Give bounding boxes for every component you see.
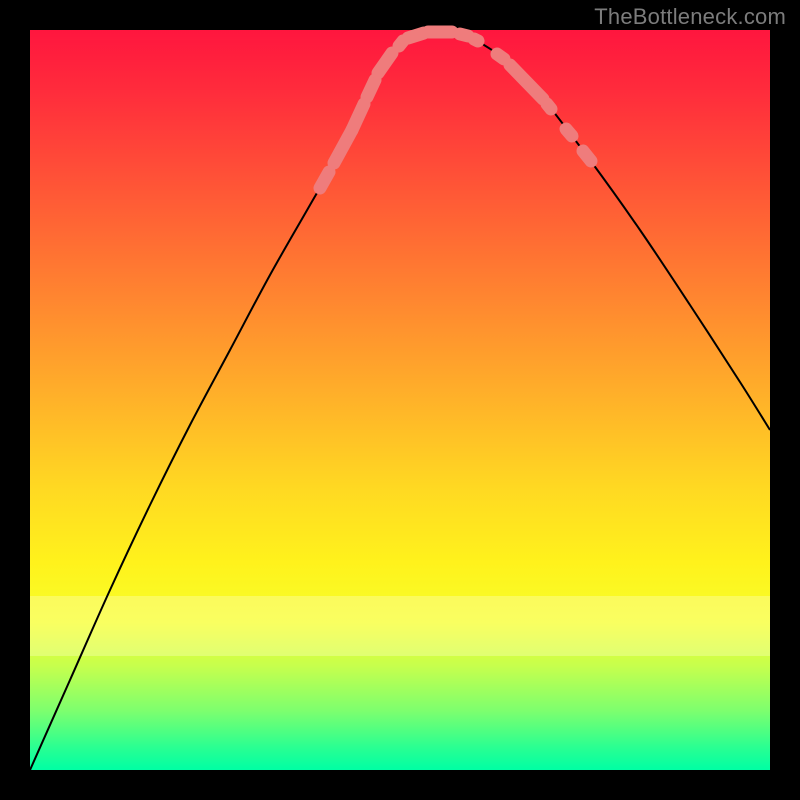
marker-segment bbox=[566, 129, 572, 136]
marker-segment bbox=[474, 39, 478, 41]
marker-segments bbox=[320, 32, 591, 188]
marker-segment bbox=[399, 41, 403, 46]
curve-path bbox=[30, 31, 770, 770]
marker-segment bbox=[378, 53, 392, 73]
marker-segment bbox=[352, 104, 364, 130]
marker-segment bbox=[583, 151, 591, 161]
marker-segment bbox=[460, 34, 468, 36]
marker-segment bbox=[497, 54, 504, 59]
marker-segment bbox=[320, 172, 329, 188]
marker-segment bbox=[367, 80, 375, 97]
marker-segment bbox=[510, 65, 543, 99]
marker-segment bbox=[408, 33, 424, 38]
watermark-text: TheBottleneck.com bbox=[594, 4, 786, 30]
bottleneck-curve bbox=[30, 31, 770, 770]
chart-frame: TheBottleneck.com bbox=[0, 0, 800, 800]
chart-svg bbox=[30, 30, 770, 770]
marker-segment bbox=[547, 104, 551, 109]
